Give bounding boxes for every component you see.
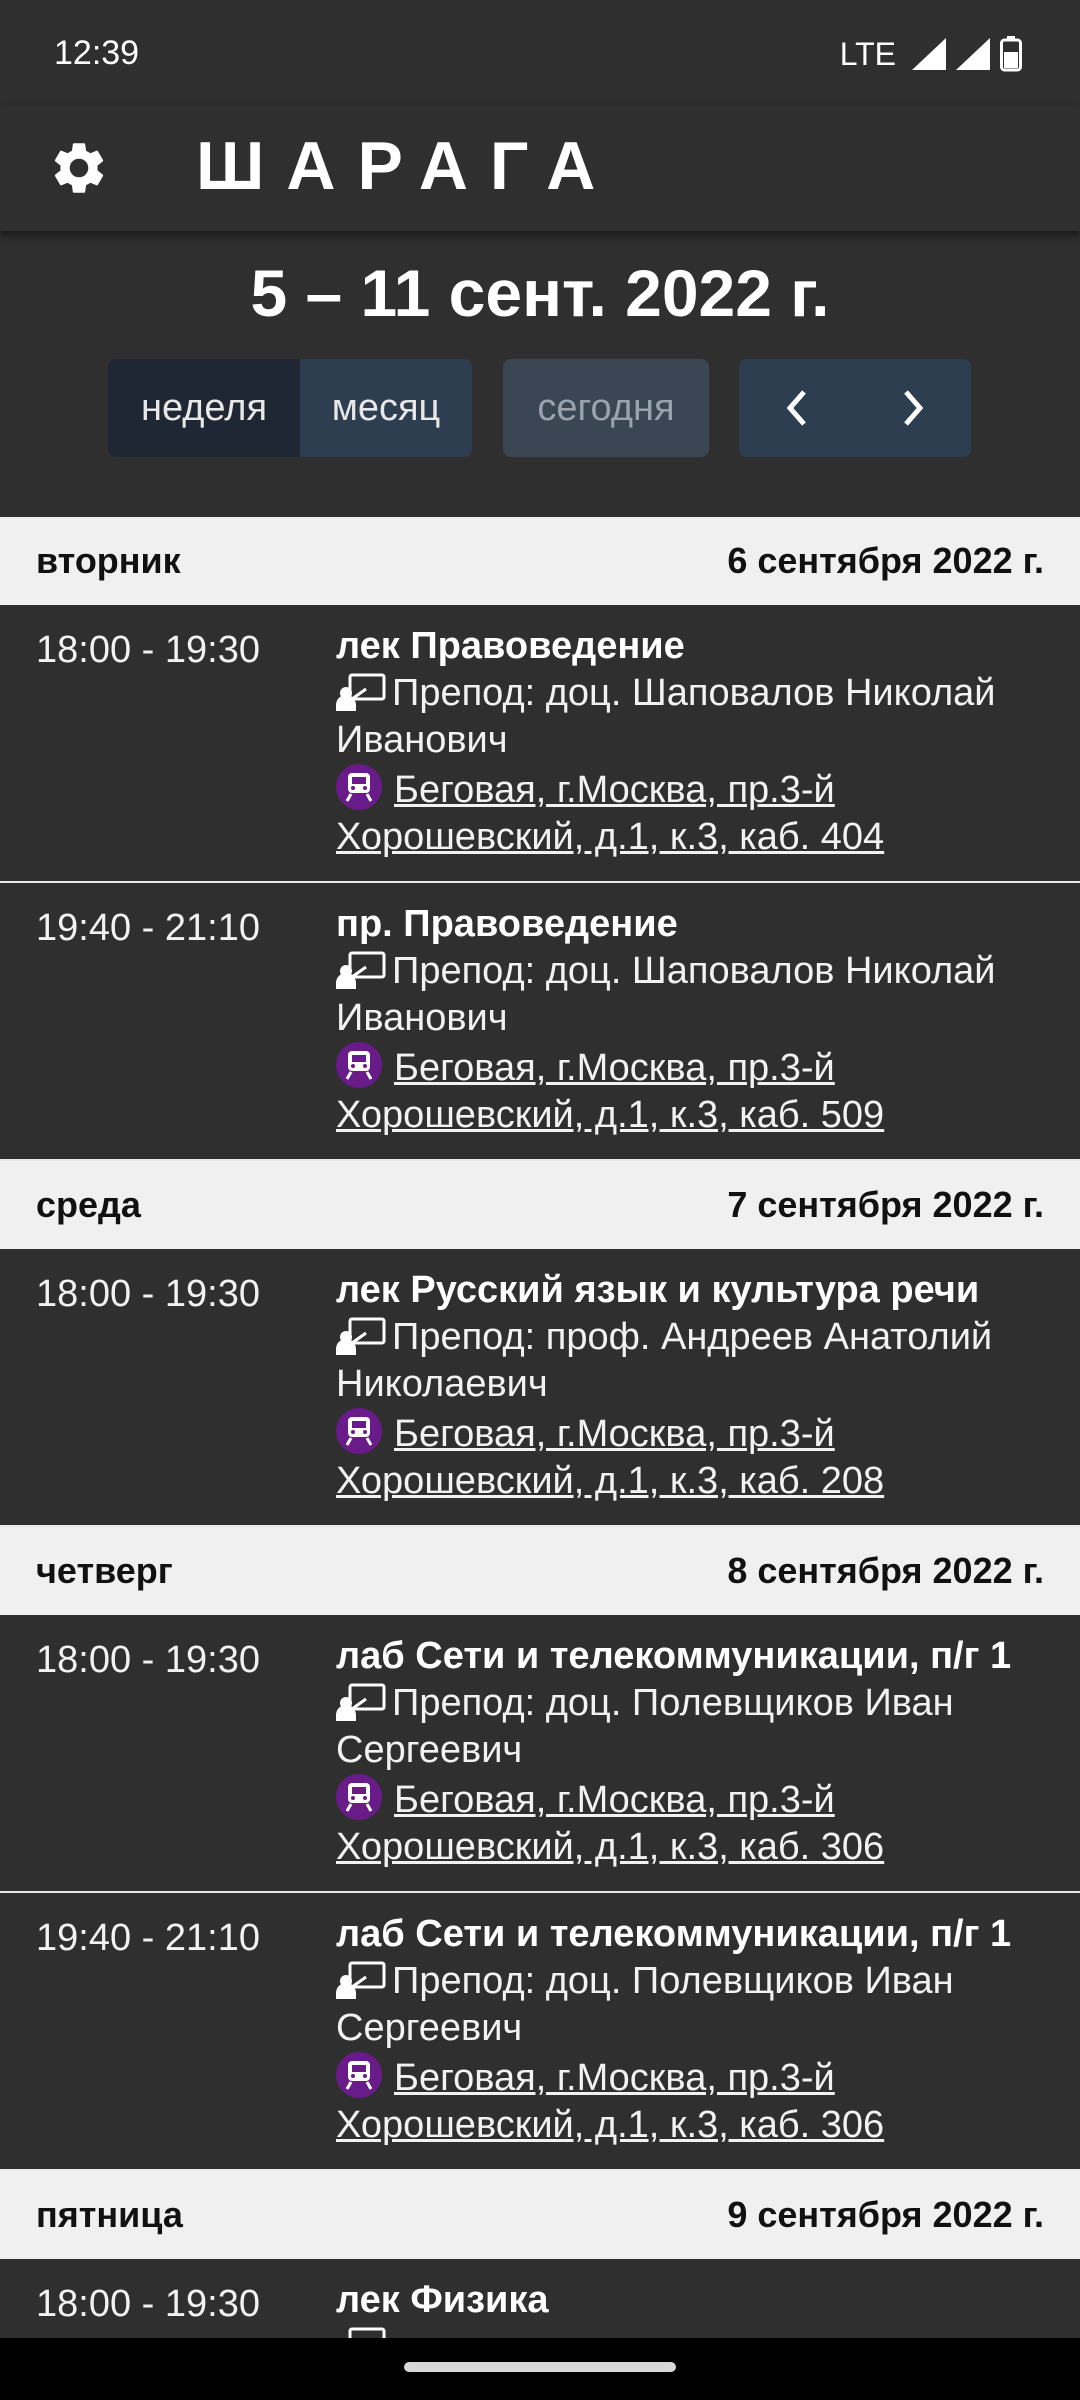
event-title: лек Правоведение	[336, 625, 685, 667]
today-button[interactable]: сегодня	[503, 359, 709, 457]
teacher-icon	[336, 951, 386, 989]
metro-icon	[336, 1042, 382, 1088]
app-title: ШАРАГА	[196, 128, 618, 204]
teacher-icon	[336, 1317, 386, 1355]
status-icons: LTE	[840, 34, 1022, 74]
event-item[interactable]: 18:00 - 19:30 лек Русский язык и культур…	[0, 1249, 1080, 1527]
event-teacher: Препод: доц. Шаповалов Николай Иванович	[336, 672, 996, 761]
metro-icon	[336, 2052, 382, 2098]
day-header: среда 7 сентября 2022 г.	[0, 1161, 1080, 1249]
day-date: 9 сентября 2022 г.	[727, 2194, 1044, 2235]
signal-icon	[912, 38, 946, 70]
teacher-icon	[336, 673, 386, 711]
battery-icon	[1000, 36, 1022, 72]
home-gesture-handle[interactable]	[404, 2362, 676, 2372]
event-teacher-row: Препод: проф. Андреев Анатолий Николаеви…	[336, 1314, 1046, 1408]
event-teacher: Препод: доц. Полевщиков Иван Сергеевич	[336, 1960, 954, 2049]
event-location-row[interactable]: Беговая, г.Москва, пр.3-й Хорошевский, д…	[336, 1408, 1046, 1505]
prev-week-button[interactable]	[739, 359, 855, 457]
event-location-row[interactable]: Беговая, г.Москва, пр.3-й Хорошевский, д…	[336, 1774, 1046, 1871]
event-title: лек Русский язык и культура речи	[336, 1269, 980, 1311]
event-item[interactable]: 18:00 - 19:30 лек Правоведение Препод: д…	[0, 605, 1080, 883]
event-location-link[interactable]: Беговая, г.Москва, пр.3-й Хорошевский, д…	[336, 1779, 884, 1868]
settings-button[interactable]	[40, 129, 118, 207]
app-bar: ШАРАГА	[0, 105, 1080, 231]
teacher-icon	[336, 1683, 386, 1721]
calendar-toolbar: 5 – 11 сент. 2022 г. неделя месяц сегодн…	[0, 231, 1080, 517]
day-weekday: вторник	[36, 540, 181, 581]
event-time: 18:00 - 19:30	[36, 1273, 260, 1315]
teacher-icon	[336, 1961, 386, 1999]
event-title: лек Физика	[336, 2279, 549, 2321]
view-week-button[interactable]: неделя	[108, 359, 300, 457]
event-item[interactable]: 19:40 - 21:10 лаб Сети и телекоммуникаци…	[0, 1893, 1080, 2171]
event-item[interactable]: 19:40 - 21:10 пр. Правоведение Препод: д…	[0, 883, 1080, 1161]
metro-icon	[336, 1774, 382, 1820]
event-location-link[interactable]: Беговая, г.Москва, пр.3-й Хорошевский, д…	[336, 2057, 884, 2146]
network-type: LTE	[839, 35, 896, 72]
view-month-button[interactable]: месяц	[300, 359, 472, 457]
event-time: 18:00 - 19:30	[36, 1639, 260, 1681]
status-time: 12:39	[54, 34, 140, 72]
event-teacher-row: Препод: доц. Полевщиков Иван Сергеевич	[336, 1958, 1046, 2052]
day-header: четверг 8 сентября 2022 г.	[0, 1527, 1080, 1615]
event-title: лаб Сети и телекоммуникации, п/г 1	[336, 1913, 1012, 1955]
event-location-row[interactable]: Беговая, г.Москва, пр.3-й Хорошевский, д…	[336, 1042, 1046, 1139]
day-weekday: пятница	[36, 2194, 183, 2235]
event-teacher-row: Препод: доц. Шаповалов Николай Иванович	[336, 948, 1046, 1042]
date-range-title: 5 – 11 сент. 2022 г.	[250, 256, 830, 330]
event-location-row[interactable]: Беговая, г.Москва, пр.3-й Хорошевский, д…	[336, 2052, 1046, 2149]
event-time: 19:40 - 21:10	[36, 1917, 260, 1959]
status-bar: 12:39 LTE	[0, 0, 1080, 105]
day-date: 7 сентября 2022 г.	[727, 1184, 1044, 1225]
event-time: 19:40 - 21:10	[36, 907, 260, 949]
event-location-row[interactable]: Беговая, г.Москва, пр.3-й Хорошевский, д…	[336, 764, 1046, 861]
chevron-left-icon	[786, 390, 806, 426]
schedule-list: вторник 6 сентября 2022 г. 18:00 - 19:30…	[0, 517, 1080, 2391]
signal-icon	[956, 38, 990, 70]
event-item[interactable]: 18:00 - 19:30 лаб Сети и телекоммуникаци…	[0, 1615, 1080, 1893]
gear-icon	[54, 143, 104, 193]
event-teacher-row: Препод: доц. Полевщиков Иван Сергеевич	[336, 1680, 1046, 1774]
event-teacher: Препод: доц. Шаповалов Николай Иванович	[336, 950, 996, 1039]
event-title: пр. Правоведение	[336, 903, 678, 945]
event-location-link[interactable]: Беговая, г.Москва, пр.3-й Хорошевский, д…	[336, 1413, 884, 1502]
next-week-button[interactable]	[855, 359, 971, 457]
event-time: 18:00 - 19:30	[36, 2283, 260, 2325]
metro-icon	[336, 764, 382, 810]
day-weekday: четверг	[36, 1550, 173, 1591]
metro-icon	[336, 1408, 382, 1454]
event-location-link[interactable]: Беговая, г.Москва, пр.3-й Хорошевский, д…	[336, 769, 884, 858]
event-location-link[interactable]: Беговая, г.Москва, пр.3-й Хорошевский, д…	[336, 1047, 884, 1136]
chevron-right-icon	[904, 390, 924, 426]
event-title: лаб Сети и телекоммуникации, п/г 1	[336, 1635, 1012, 1677]
day-weekday: среда	[36, 1184, 141, 1225]
day-date: 6 сентября 2022 г.	[727, 540, 1044, 581]
day-header: пятница 9 сентября 2022 г.	[0, 2171, 1080, 2259]
event-teacher-row: Препод: доц. Шаповалов Николай Иванович	[336, 670, 1046, 764]
event-time: 18:00 - 19:30	[36, 629, 260, 671]
day-header: вторник 6 сентября 2022 г.	[0, 517, 1080, 605]
system-nav-bar	[0, 2338, 1080, 2400]
event-teacher: Препод: проф. Андреев Анатолий Николаеви…	[336, 1316, 993, 1405]
day-date: 8 сентября 2022 г.	[727, 1550, 1044, 1591]
event-teacher: Препод: доц. Полевщиков Иван Сергеевич	[336, 1682, 954, 1771]
week-nav-group	[739, 359, 971, 457]
